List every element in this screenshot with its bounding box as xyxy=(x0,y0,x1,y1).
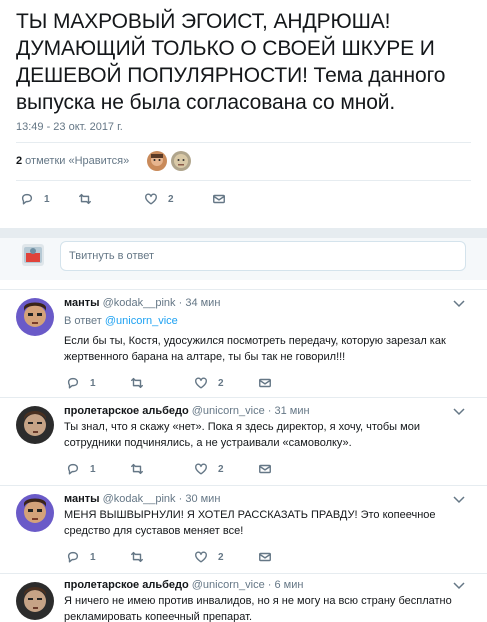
divider xyxy=(16,180,471,181)
avatar[interactable] xyxy=(147,151,168,171)
heart-icon xyxy=(195,463,207,475)
reply-header: пролетарское альбедо @unicorn_vice · 6 м… xyxy=(64,579,303,591)
reply-time[interactable]: · 6 мин xyxy=(268,579,304,591)
reply-tweet: манты @kodak__pink · 34 мин В ответ @uni… xyxy=(0,289,487,397)
author-name[interactable]: пролетарское альбедо xyxy=(64,405,189,417)
mail-icon xyxy=(259,378,271,388)
reply-icon xyxy=(67,463,79,475)
reply-count: 1 xyxy=(90,463,96,475)
direct-message-button[interactable] xyxy=(212,192,226,206)
reply-button[interactable]: 1 xyxy=(66,550,130,564)
reply-time[interactable]: · 34 мин xyxy=(179,297,221,309)
tweet-text: ТЫ МАХРОВЫЙ ЭГОИСТ, АНДРЮША! ДУМАЮЩИЙ ТО… xyxy=(16,10,446,114)
divider xyxy=(16,142,471,143)
reply-header: пролетарское альбедо @unicorn_vice · 31 … xyxy=(64,405,310,417)
heart-icon xyxy=(195,377,207,389)
direct-message-button[interactable] xyxy=(258,550,272,564)
author-handle[interactable]: @kodak__pink xyxy=(103,493,176,505)
reply-header: манты @kodak__pink · 30 мин xyxy=(64,493,220,505)
retweet-icon xyxy=(79,193,91,205)
reply-time[interactable]: · 31 мин xyxy=(268,405,310,417)
author-name[interactable]: манты xyxy=(64,493,100,505)
direct-message-button[interactable] xyxy=(258,462,272,476)
like-button[interactable]: 2 xyxy=(194,376,258,390)
author-handle[interactable]: @unicorn_vice xyxy=(192,405,265,417)
reply-count: 1 xyxy=(44,193,50,205)
retweet-icon xyxy=(131,551,143,563)
section-separator xyxy=(0,228,487,238)
reply-action-bar: 1 2 xyxy=(66,376,272,390)
reply-icon xyxy=(21,193,33,205)
retweet-button[interactable] xyxy=(130,550,194,564)
reply-button[interactable]: 1 xyxy=(20,192,78,206)
reply-text: МЕНЯ ВЫШВЫРНУЛИ! Я ХОТЕЛ РАССКАЗАТЬ ПРАВ… xyxy=(64,509,436,537)
reply-time[interactable]: · 30 мин xyxy=(179,493,221,505)
direct-message-button[interactable] xyxy=(258,376,272,390)
heart-icon xyxy=(145,193,157,205)
in-reply-to: В ответ @unicorn_vice xyxy=(64,315,178,327)
retweet-button[interactable] xyxy=(130,462,194,476)
reply-action-bar: 1 2 xyxy=(66,462,272,476)
reply-icon xyxy=(67,551,79,563)
mail-icon xyxy=(213,194,225,204)
like-button[interactable]: 2 xyxy=(194,462,258,476)
reply-tweet: пролетарское альбедо @unicorn_vice · 6 м… xyxy=(0,573,487,622)
retweet-icon xyxy=(131,463,143,475)
likes-label: отметки «Нравится» xyxy=(22,155,130,167)
retweet-button[interactable] xyxy=(130,376,194,390)
likes-summary[interactable]: 2 отметки «Нравится» xyxy=(16,155,129,167)
like-button[interactable]: 2 xyxy=(144,192,212,206)
in-reply-prefix: В ответ xyxy=(64,315,105,327)
like-count: 2 xyxy=(218,377,224,389)
retweet-icon xyxy=(131,377,143,389)
chevron-down-icon[interactable] xyxy=(453,408,465,416)
reply-action-bar: 1 2 xyxy=(66,550,272,564)
like-button[interactable]: 2 xyxy=(194,550,258,564)
heart-icon xyxy=(195,551,207,563)
reply-count: 1 xyxy=(90,551,96,563)
reply-text: Ты знал, что я скажу «нет». Пока я здесь… xyxy=(64,421,420,449)
chevron-down-icon[interactable] xyxy=(453,496,465,504)
reply-header: манты @kodak__pink · 34 мин xyxy=(64,297,220,309)
reply-count: 1 xyxy=(90,377,96,389)
reply-icon xyxy=(67,377,79,389)
liker-avatars xyxy=(147,151,195,171)
likes-row: 2 отметки «Нравится» xyxy=(16,148,195,174)
reply-text: Если бы ты, Костя, удосужился посмотреть… xyxy=(64,335,446,363)
reply-tweet: манты @kodak__pink · 30 мин МЕНЯ ВЫШВЫРН… xyxy=(0,485,487,573)
tweet-action-bar: 1 2 xyxy=(20,192,226,206)
reply-button[interactable]: 1 xyxy=(66,462,130,476)
avatar[interactable] xyxy=(22,244,44,266)
chevron-down-icon[interactable] xyxy=(453,300,465,308)
author-name[interactable]: пролетарское альбедо xyxy=(64,579,189,591)
tweet-timestamp[interactable]: 13:49 - 23 окт. 2017 г. xyxy=(16,121,123,133)
like-count: 2 xyxy=(218,551,224,563)
reply-input[interactable]: Твитнуть в ответ xyxy=(60,241,466,271)
author-handle[interactable]: @unicorn_vice xyxy=(192,579,265,591)
avatar[interactable] xyxy=(16,582,54,620)
avatar[interactable] xyxy=(16,406,54,444)
chevron-down-icon[interactable] xyxy=(453,582,465,590)
reply-button[interactable]: 1 xyxy=(66,376,130,390)
avatar[interactable] xyxy=(171,151,192,171)
mail-icon xyxy=(259,464,271,474)
avatar[interactable] xyxy=(16,494,54,532)
reply-composer: Твитнуть в ответ xyxy=(0,238,487,280)
avatar[interactable] xyxy=(16,298,54,336)
author-handle[interactable]: @kodak__pink xyxy=(103,297,176,309)
in-reply-to-link[interactable]: @unicorn_vice xyxy=(105,315,178,327)
mail-icon xyxy=(259,552,271,562)
like-count: 2 xyxy=(218,463,224,475)
reply-text: Я ничего не имею против инвалидов, но я … xyxy=(64,595,452,622)
reply-tweet: пролетарское альбедо @unicorn_vice · 31 … xyxy=(0,397,487,485)
like-count: 2 xyxy=(168,193,174,205)
retweet-button[interactable] xyxy=(78,192,144,206)
author-name[interactable]: манты xyxy=(64,297,100,309)
